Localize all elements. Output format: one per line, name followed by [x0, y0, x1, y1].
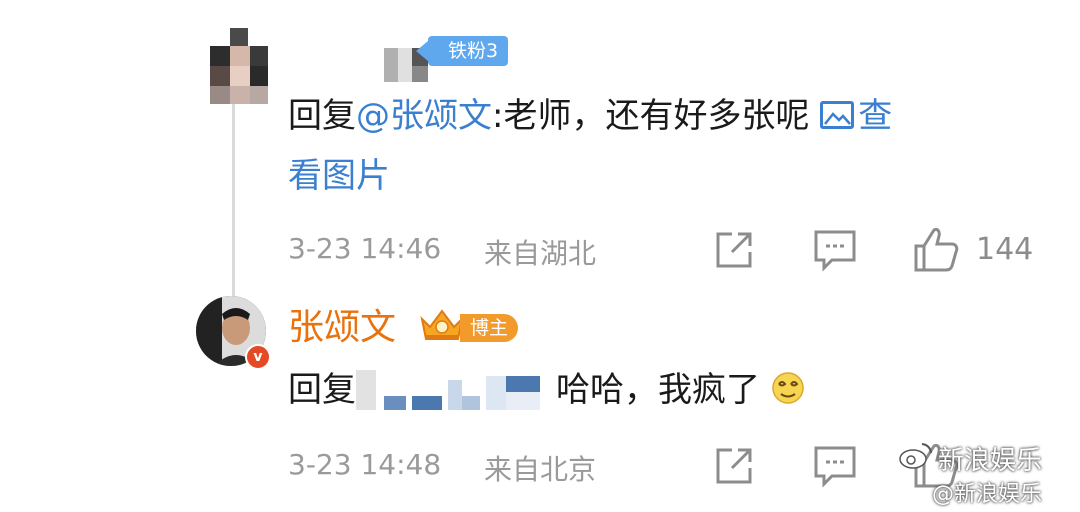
mention-link[interactable]: @张颂文	[356, 96, 492, 136]
thumbs-up-icon[interactable]	[912, 226, 960, 276]
timestamp: 3-23 14:46	[288, 232, 442, 265]
fan-level-badge: 铁粉3	[415, 36, 509, 66]
view-image-link-cont[interactable]: 看图片	[288, 146, 390, 206]
user-name[interactable]: 张颂文	[288, 298, 396, 350]
reply-body: 哈哈，我疯了	[556, 370, 760, 410]
reply-prefix: 回复	[288, 370, 356, 410]
timestamp: 3-23 14:48	[288, 448, 442, 481]
verified-badge: v	[245, 344, 271, 370]
location: 来自湖北	[484, 237, 597, 270]
reply-body: :老师，还有好多张呢	[492, 96, 810, 136]
watermark-text: 新浪娱乐	[938, 446, 1043, 476]
reply-prefix: 回复	[288, 96, 356, 136]
view-image-link[interactable]: 查	[820, 96, 892, 136]
comment-icon[interactable]	[812, 444, 858, 492]
blogger-badge: 博主	[460, 314, 519, 342]
crown-icon	[418, 305, 466, 343]
share-icon[interactable]	[712, 228, 756, 276]
location: 来自北京	[484, 453, 597, 486]
watermark: 新浪娱乐	[898, 440, 1042, 477]
avatar[interactable]	[210, 28, 268, 104]
share-icon[interactable]	[712, 444, 756, 492]
like-count: 144	[976, 232, 1034, 267]
mention-redacted[interactable]	[356, 370, 556, 412]
reply-text: 哈哈，我疯了	[556, 360, 805, 420]
weibo-logo-icon	[898, 440, 934, 477]
dizzy-face-emoji-icon	[771, 364, 805, 404]
comment-icon[interactable]	[812, 228, 858, 276]
reply-text: 回复@张颂文:老师，还有好多张呢 查	[288, 86, 892, 146]
watermark-handle: @新浪娱乐	[932, 482, 1043, 507]
thread-line	[232, 100, 235, 306]
image-icon	[820, 101, 855, 129]
